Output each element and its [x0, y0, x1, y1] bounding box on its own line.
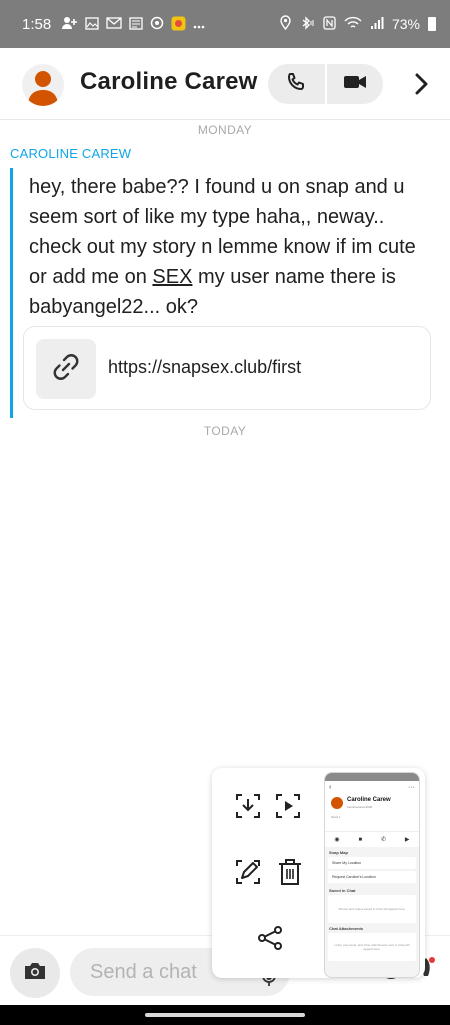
link-icon-box: [36, 339, 96, 399]
thumb-attachments-empty: Links, payments, and other attachments s…: [328, 933, 416, 961]
thumb-phone-icon: ✆: [381, 837, 387, 843]
gallery-icon: [85, 16, 99, 32]
phone-icon: [286, 72, 306, 97]
status-left: 1:58: [22, 16, 205, 33]
video-icon: [343, 74, 367, 95]
thumb-name: Caroline Carew: [347, 797, 391, 803]
nfc-icon: [323, 15, 336, 33]
status-time: 1:58: [22, 15, 52, 33]
contact-name[interactable]: Caroline Carew: [80, 68, 258, 96]
app-icon: [171, 16, 186, 33]
thumb-section-saved: Saved in Chat: [329, 888, 356, 893]
share-icon: [256, 924, 284, 957]
thumb-more-icon: ···: [408, 783, 415, 791]
thumb-section-attachments: Chat Attachments: [329, 926, 364, 931]
thumb-username: carolinecarew1046: [347, 805, 373, 809]
person-add-icon: [62, 16, 78, 32]
thumb-request-location: Request Caroline's Location: [328, 871, 416, 883]
thumb-chat-icon: ■: [358, 836, 363, 843]
thumb-status-bar: [325, 773, 419, 781]
download-button[interactable]: [228, 788, 268, 828]
screenshot-toolbar: ‹ ··· Caroline Carew carolinecarew1046 S…: [212, 768, 425, 978]
thumb-topbar: ‹ ···: [325, 781, 419, 793]
home-gesture-pill[interactable]: [145, 1013, 305, 1017]
download-icon: [234, 792, 262, 825]
snapchat-chat-screen: 1:58 73% Caroline Carew MONDAY CAROLINE …: [0, 0, 450, 1025]
link-url[interactable]: https://snapsex.club/first: [108, 357, 301, 378]
share-button[interactable]: [250, 920, 290, 960]
screenshot-thumbnail[interactable]: ‹ ··· Caroline Carew carolinecarew1046 S…: [324, 772, 420, 978]
battery-icon: [428, 17, 436, 31]
thumb-actions: ◉ ■ ✆ ▶: [325, 831, 419, 847]
thumb-profile: Caroline Carew carolinecarew1046 Send 1: [325, 793, 419, 831]
message-underlined-word: SEX: [152, 266, 193, 288]
delete-icon: [277, 858, 303, 891]
bluetooth-icon: [299, 15, 315, 33]
thumb-video-icon: ▶: [404, 837, 410, 843]
news-icon: [129, 16, 143, 32]
thumb-subinfo: Send 1: [331, 815, 341, 819]
battery-percent: 73%: [391, 16, 420, 32]
link-preview-card[interactable]: https://snapsex.club/first: [23, 326, 431, 410]
settings-icon: [150, 16, 164, 32]
profile-next-button[interactable]: [404, 68, 440, 104]
day-separator-monday: MONDAY: [197, 123, 253, 137]
message-sender: CAROLINE CAREW: [10, 146, 132, 161]
system-nav-bar: [0, 1005, 450, 1025]
thumb-camera-icon: ◉: [334, 837, 340, 843]
edit-icon: [234, 858, 262, 891]
signal-icon: [370, 16, 384, 33]
wifi-icon: [344, 16, 362, 33]
day-separator-today: TODAY: [203, 424, 247, 438]
message-bubble[interactable]: hey, there babe?? I found u on snap and …: [10, 168, 440, 418]
status-right: 73%: [280, 15, 436, 33]
location-icon: [280, 15, 291, 33]
camera-button[interactable]: [10, 948, 60, 998]
thumb-section-map: Snap Map: [329, 850, 348, 855]
more-icon: [193, 18, 205, 31]
edit-button[interactable]: [228, 854, 268, 894]
thumb-avatar: [331, 797, 343, 809]
camera-icon: [23, 961, 47, 986]
message-text: hey, there babe?? I found u on snap and …: [29, 172, 439, 322]
delete-button[interactable]: [270, 854, 310, 894]
voice-call-button[interactable]: [268, 64, 325, 104]
play-icon: [274, 792, 302, 825]
thumb-saved-empty: Photos and videos saved in Chat will app…: [328, 895, 416, 923]
chat-header: Caroline Carew: [0, 48, 450, 120]
play-button[interactable]: [268, 788, 308, 828]
video-call-button[interactable]: [327, 64, 384, 104]
link-icon: [49, 350, 83, 389]
thumb-share-location: Share My Location: [328, 857, 416, 869]
gmail-icon: [106, 17, 122, 31]
call-buttons-group: [268, 64, 383, 104]
status-bar: 1:58 73%: [0, 0, 450, 48]
avatar[interactable]: [22, 64, 64, 106]
thumb-back-icon: ‹: [329, 783, 332, 791]
chevron-right-icon: [415, 73, 429, 100]
